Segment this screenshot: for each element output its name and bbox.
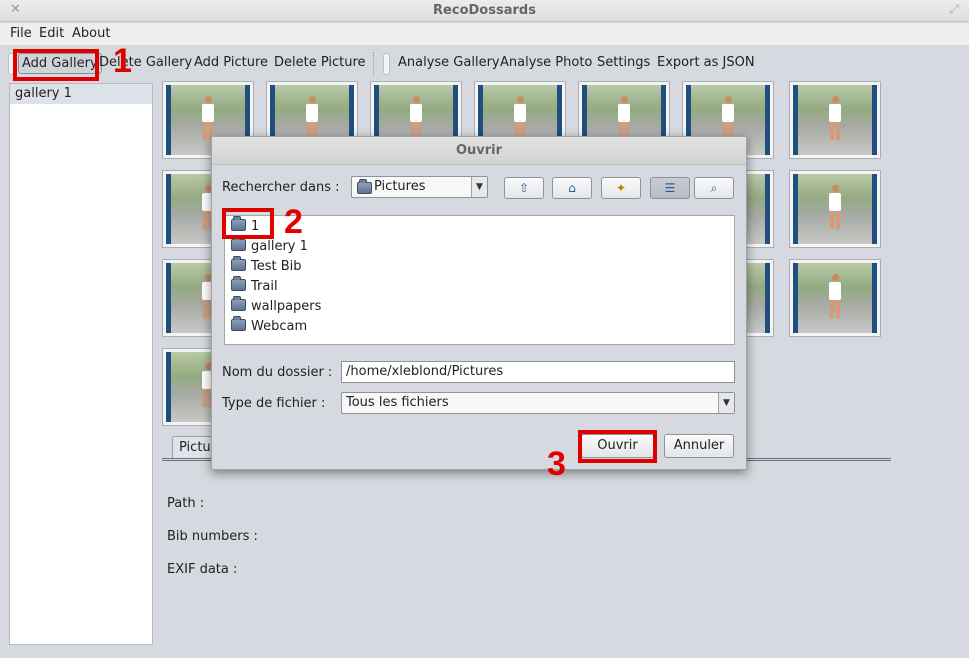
- toolbar-grip[interactable]: [383, 53, 390, 75]
- annotation-number-step-1: 1: [113, 42, 132, 80]
- window-title: RecoDossards: [433, 3, 536, 18]
- toolbar: Add Gallery Delete Gallery Add Picture D…: [0, 46, 969, 80]
- chevron-down-icon[interactable]: ▼: [471, 177, 487, 197]
- bib-numbers-label: Bib numbers :: [167, 529, 258, 544]
- settings-button[interactable]: Settings: [597, 55, 650, 70]
- file-name: Trail: [251, 279, 278, 294]
- maximize-icon[interactable]: ⤢: [949, 2, 959, 17]
- folder-up-icon: ⇧: [518, 181, 530, 195]
- details-icon: ⌕: [710, 181, 718, 195]
- path-label: Path :: [167, 496, 205, 511]
- new-folder-icon: ✦: [615, 181, 627, 195]
- look-in-label: Rechercher dans :: [222, 180, 340, 195]
- toolbar-separator: [373, 52, 374, 76]
- exif-data-label: EXIF data :: [167, 562, 238, 577]
- folder-icon: [357, 179, 372, 194]
- gallery-list[interactable]: gallery 1: [9, 83, 153, 645]
- folder-icon: [231, 256, 246, 271]
- details-view-button[interactable]: ⌕: [694, 177, 734, 199]
- up-folder-button[interactable]: ⇧: [504, 177, 544, 199]
- list-item[interactable]: Trail: [231, 276, 278, 297]
- home-icon: ⌂: [568, 181, 576, 195]
- list-view-button[interactable]: ☰: [650, 177, 690, 199]
- folder-icon: [231, 316, 246, 331]
- chevron-down-icon[interactable]: ▼: [718, 393, 734, 413]
- menu-edit[interactable]: Edit: [39, 26, 64, 41]
- home-button[interactable]: ⌂: [552, 177, 592, 199]
- file-type-label: Type de fichier :: [222, 396, 326, 411]
- annotation-box-step-1: [13, 49, 99, 81]
- list-item[interactable]: wallpapers: [231, 296, 322, 317]
- thumbnail[interactable]: [789, 81, 881, 159]
- look-in-value: Pictures: [374, 179, 426, 194]
- new-folder-button[interactable]: ✦: [601, 177, 641, 199]
- thumbnail[interactable]: [789, 259, 881, 337]
- thumbnail[interactable]: [789, 170, 881, 248]
- title-bar: ✕ RecoDossards ⤢: [0, 0, 969, 22]
- annotation-box-step-3: [578, 430, 657, 463]
- list-icon: ☰: [664, 181, 676, 195]
- folder-name-label: Nom du dossier :: [222, 365, 333, 380]
- cancel-button[interactable]: Annuler: [664, 434, 734, 458]
- annotation-box-step-2: [222, 208, 274, 239]
- annotation-number-step-2: 2: [284, 203, 303, 241]
- dialog-title: Ouvrir: [212, 137, 746, 165]
- file-name: wallpapers: [251, 299, 322, 314]
- file-type-value: Tous les fichiers: [346, 395, 449, 410]
- menu-file[interactable]: File: [10, 26, 32, 41]
- add-picture-button[interactable]: Add Picture: [194, 55, 268, 70]
- list-item[interactable]: Test Bib: [231, 256, 302, 277]
- open-dialog: Ouvrir Rechercher dans : Pictures ▼ ⇧ ⌂ …: [211, 136, 747, 470]
- menu-about[interactable]: About: [72, 26, 110, 41]
- file-type-combo[interactable]: Tous les fichiers ▼: [341, 392, 735, 414]
- gallery-list-item[interactable]: gallery 1: [10, 84, 152, 104]
- delete-picture-button[interactable]: Delete Picture: [274, 55, 366, 70]
- list-item[interactable]: Webcam: [231, 316, 308, 337]
- annotation-number-step-3: 3: [547, 445, 566, 483]
- export-json-button[interactable]: Export as JSON: [657, 55, 755, 70]
- folder-icon: [231, 236, 246, 251]
- file-name: Test Bib: [251, 259, 302, 274]
- menu-bar: File Edit About: [0, 23, 969, 45]
- folder-name-field[interactable]: /home/xleblond/Pictures: [341, 361, 735, 383]
- folder-icon: [231, 296, 246, 311]
- look-in-combo[interactable]: Pictures ▼: [351, 176, 488, 198]
- file-name: Webcam: [251, 319, 308, 334]
- analyse-gallery-button[interactable]: Analyse Gallery: [398, 55, 500, 70]
- folder-icon: [231, 276, 246, 291]
- analyse-photo-button[interactable]: Analyse Photo: [500, 55, 592, 70]
